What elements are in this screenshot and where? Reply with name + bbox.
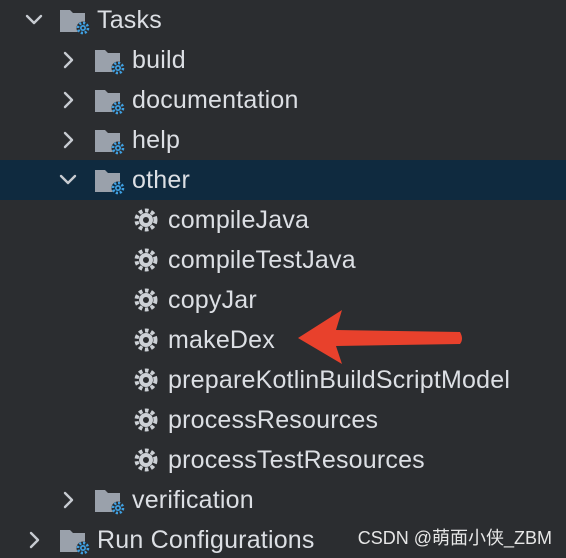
chevron-right-icon[interactable] <box>58 130 78 150</box>
task-label: copyJar <box>168 286 257 314</box>
tree-node-build[interactable]: build <box>0 40 566 80</box>
folder-gear-icon <box>94 166 126 196</box>
gear-icon <box>133 247 159 273</box>
task-label: processResources <box>168 406 379 434</box>
gear-icon <box>133 287 159 313</box>
task-item-makedex[interactable]: makeDex <box>0 320 566 360</box>
tree-node-label: Tasks <box>97 6 162 34</box>
folder-gear-icon <box>59 6 91 36</box>
task-item-compiletestjava[interactable]: compileTestJava <box>0 240 566 280</box>
chevron-right-icon[interactable] <box>58 50 78 70</box>
tree-node-verification[interactable]: verification <box>0 480 566 520</box>
tree-node-label: help <box>132 126 181 154</box>
tree-node-label: Run Configurations <box>97 526 315 554</box>
task-item-processresources[interactable]: processResources <box>0 400 566 440</box>
task-label: prepareKotlinBuildScriptModel <box>168 366 511 394</box>
chevron-right-icon[interactable] <box>24 530 44 550</box>
annotation-arrow-icon <box>298 310 462 364</box>
chevron-down-icon[interactable] <box>24 10 44 30</box>
task-item-compilejava[interactable]: compileJava <box>0 200 566 240</box>
chevron-right-icon[interactable] <box>58 90 78 110</box>
tree-node-label: verification <box>132 486 254 514</box>
watermark: CSDN @萌面小侠_ZBM <box>357 528 552 548</box>
gear-icon <box>133 367 159 393</box>
tree-node-label: build <box>132 46 186 74</box>
tree-node-tasks[interactable]: Tasks <box>0 0 566 40</box>
folder-gear-icon <box>94 486 126 516</box>
task-item-copyjar[interactable]: copyJar <box>0 280 566 320</box>
chevron-right-icon[interactable] <box>58 490 78 510</box>
tree-node-documentation[interactable]: documentation <box>0 80 566 120</box>
chevron-down-icon[interactable] <box>58 170 78 190</box>
tree-node-help[interactable]: help <box>0 120 566 160</box>
tree-node-other[interactable]: other <box>0 160 566 200</box>
task-item-preparekotlinbuildscriptmodel[interactable]: prepareKotlinBuildScriptModel <box>0 360 566 400</box>
tree-node-label: documentation <box>132 86 299 114</box>
gradle-tasks-tree: Tasks build documentation help other com… <box>0 0 566 558</box>
task-item-processtestresources[interactable]: processTestResources <box>0 440 566 480</box>
folder-gear-icon <box>59 526 91 556</box>
task-label: makeDex <box>168 326 275 354</box>
task-label: compileJava <box>168 206 310 234</box>
gear-icon <box>133 447 159 473</box>
gear-icon <box>133 327 159 353</box>
folder-gear-icon <box>94 46 126 76</box>
tree-node-label: other <box>132 166 190 194</box>
gear-icon <box>133 407 159 433</box>
folder-gear-icon <box>94 86 126 116</box>
gear-icon <box>133 207 159 233</box>
folder-gear-icon <box>94 126 126 156</box>
task-label: processTestResources <box>168 446 425 474</box>
task-label: compileTestJava <box>168 246 356 274</box>
